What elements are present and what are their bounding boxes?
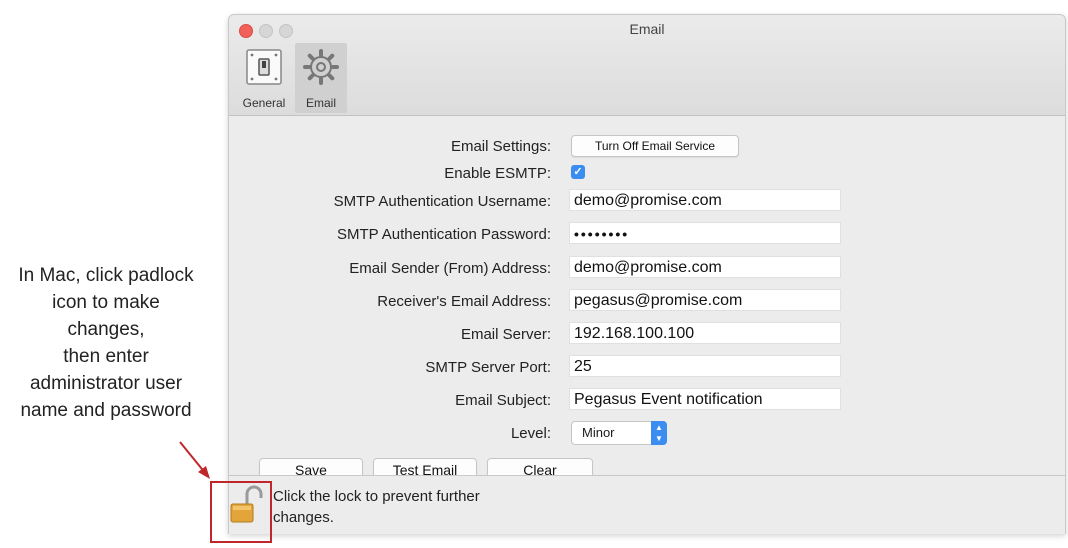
annotation-line: administrator user [29,373,183,394]
gear-icon [303,49,339,85]
smtp-username-field[interactable]: demo@promise.com [569,189,841,211]
lock-note-line: Click the lock to prevent further [273,488,480,505]
annotation-line: icon to make [52,292,160,313]
level-select-value: Minor [582,425,615,440]
row-enable-esmtp: Enable ESMTP: ✓ [229,161,1065,185]
email-preferences-window: Email General Email Email Settings: Turn… [228,14,1066,534]
annotation-line: name and password [20,400,192,421]
lock-instruction-text: Click the lock to prevent further change… [273,486,480,528]
row-email-subject: Email Subject: Pegasus Event notificatio… [229,388,1065,412]
row-smtp-port: SMTP Server Port: 25 [229,355,1065,379]
lock-footer: Click the lock to prevent further change… [229,475,1065,534]
smtp-password-field[interactable]: •••••••• [569,222,841,244]
receiver-address-field[interactable]: pegasus@promise.com [569,289,841,311]
level-select[interactable]: Minor ▲ ▼ [571,421,667,445]
smtp-password-label: SMTP Authentication Password: [337,226,551,243]
smtp-port-field[interactable]: 25 [569,355,841,377]
annotation-line: In Mac, click padlock [18,265,194,286]
sender-address-field[interactable]: demo@promise.com [569,256,841,278]
annotation-line: changes, [67,319,145,340]
padlock-highlight-box [210,481,272,543]
row-receiver-address: Receiver's Email Address: pegasus@promis… [229,289,1065,313]
row-smtp-password: SMTP Authentication Password: •••••••• [229,222,1065,246]
email-settings-form: Email Settings: Turn Off Email Service E… [229,116,1065,482]
annotation-line: then enter [63,346,149,367]
title-bar: Email General Email [229,15,1065,116]
general-switch-icon [246,49,282,85]
enable-esmtp-label: Enable ESMTP: [444,165,551,182]
row-email-settings: Email Settings: Turn Off Email Service [229,134,1065,158]
smtp-username-label: SMTP Authentication Username: [333,193,551,210]
row-level: Level: Minor ▲ ▼ [229,421,1065,445]
email-server-label: Email Server: [460,326,551,343]
instruction-annotation: In Mac, click padlock icon to make chang… [0,262,212,424]
enable-esmtp-checkbox[interactable]: ✓ [571,165,585,179]
toolbar-tab-general[interactable]: General [233,43,295,113]
sender-address-label: Email Sender (From) Address: [349,260,551,277]
lock-note-line: changes. [273,509,334,526]
smtp-port-label: SMTP Server Port: [425,359,551,376]
toolbar-label: Email [305,96,336,110]
level-label: Level: [510,425,551,442]
email-subject-label: Email Subject: [455,392,551,409]
select-stepper-icon: ▲ ▼ [651,421,667,445]
row-sender-address: Email Sender (From) Address: demo@promis… [229,256,1065,280]
turn-off-email-service-button[interactable]: Turn Off Email Service [571,135,739,157]
receiver-address-label: Receiver's Email Address: [377,293,551,310]
row-smtp-username: SMTP Authentication Username: demo@promi… [229,189,1065,213]
email-settings-label: Email Settings: [450,138,551,155]
email-server-field[interactable]: 192.168.100.100 [569,322,841,344]
toolbar-tab-email[interactable]: Email [295,43,347,113]
row-email-server: Email Server: 192.168.100.100 [229,322,1065,346]
window-title: Email [629,21,665,37]
email-subject-field[interactable]: Pegasus Event notification [569,388,841,410]
toolbar-label: General [242,96,286,110]
